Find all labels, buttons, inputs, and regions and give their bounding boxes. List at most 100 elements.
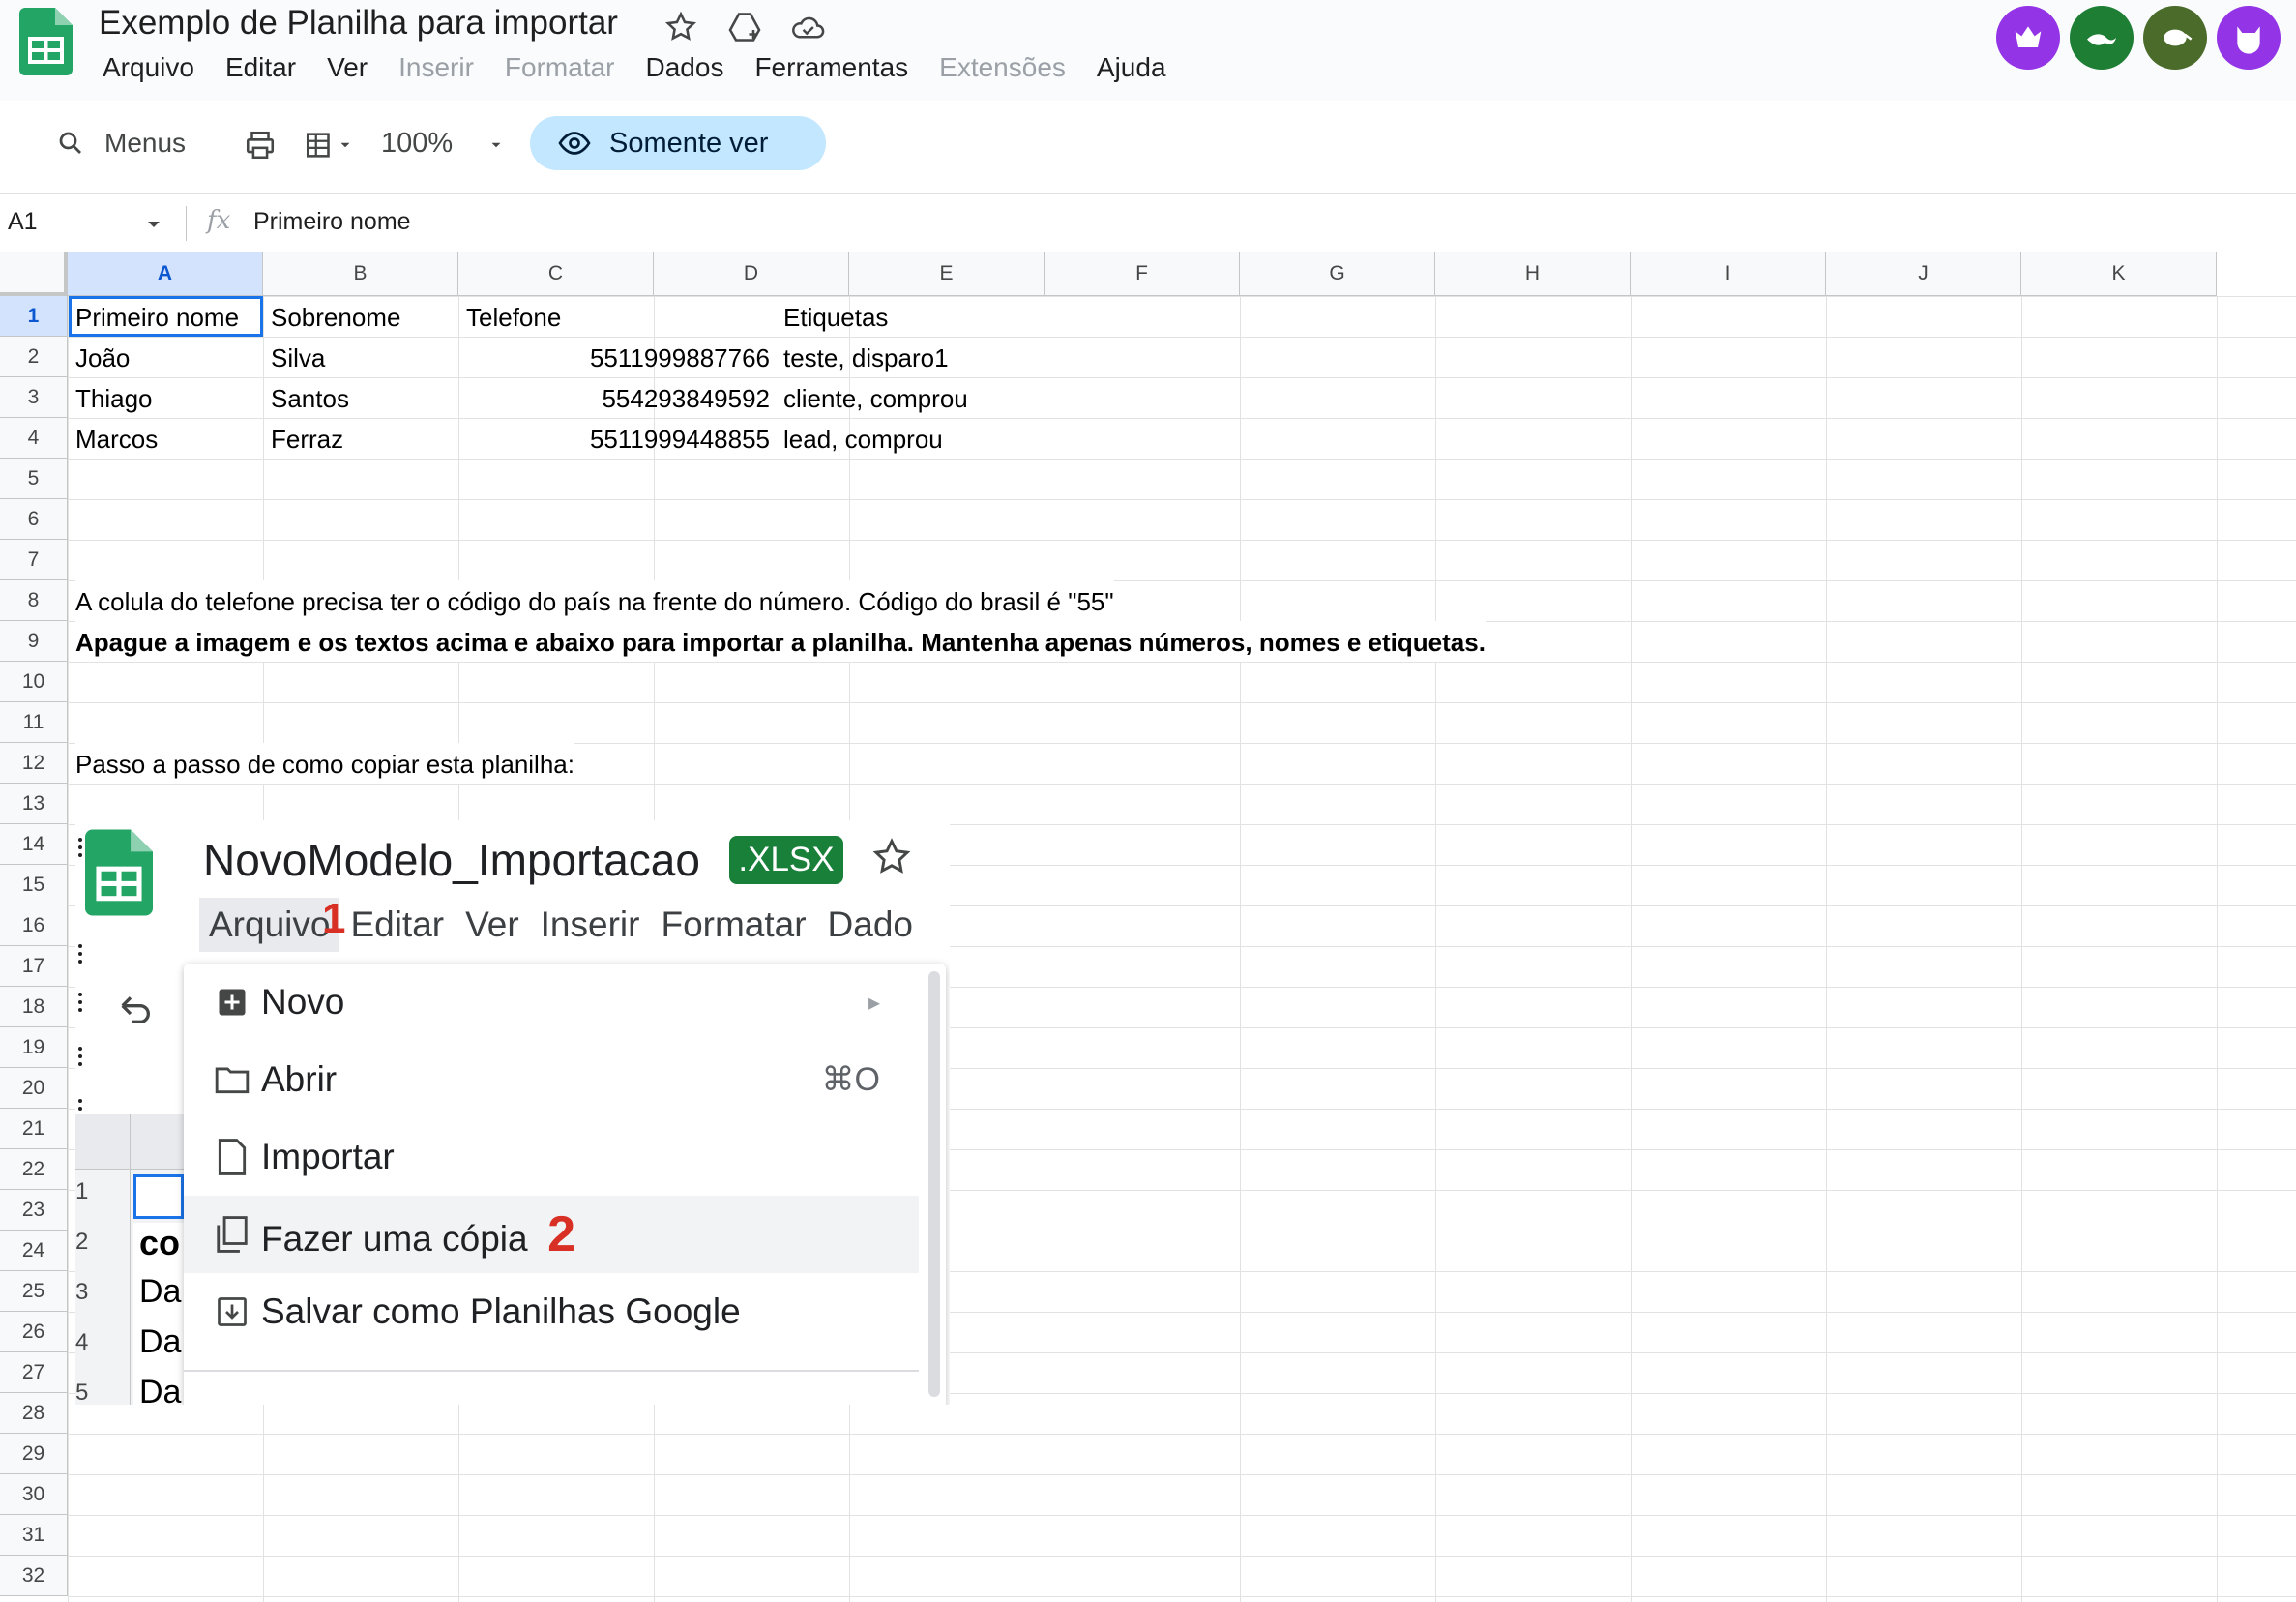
embedded-doc-title: NovoModelo_Importacao (203, 835, 700, 885)
view-only-mode-button[interactable]: Somente ver (530, 116, 826, 170)
embedded-star-icon (870, 836, 913, 883)
user-avatar-3[interactable] (2143, 6, 2207, 70)
star-icon[interactable] (663, 10, 698, 44)
menu-formatar[interactable]: Formatar (489, 48, 631, 87)
row-header-15[interactable]: 15 (0, 865, 68, 905)
row-header-1[interactable]: 1 (0, 296, 68, 337)
row-header-2[interactable]: 2 (0, 337, 68, 377)
column-header-c[interactable]: C (458, 252, 654, 296)
cell-A8[interactable]: A colula do telefone precisa ter o códig… (75, 580, 1114, 621)
row-header-22[interactable]: 22 (0, 1149, 68, 1190)
zoom-dropdown-button[interactable] (482, 126, 511, 164)
row-header-4[interactable]: 4 (0, 418, 68, 459)
user-avatar-4[interactable] (2217, 6, 2281, 70)
cell-D1[interactable]: Etiquetas (783, 296, 888, 337)
menu-dados[interactable]: Dados (631, 48, 740, 87)
column-header-d[interactable]: D (654, 252, 849, 296)
column-header-b[interactable]: B (263, 252, 458, 296)
row-header-30[interactable]: 30 (0, 1474, 68, 1515)
cell-C2[interactable]: 5511999887766 (458, 337, 770, 377)
cell-A1[interactable]: Primeiro nome (75, 296, 239, 337)
row-header-16[interactable]: 16 (0, 905, 68, 946)
document-title[interactable]: Exemplo de Planilha para importar (99, 4, 618, 43)
row-header-6[interactable]: 6 (0, 499, 68, 540)
cell-B1[interactable]: Sobrenome (271, 296, 400, 337)
cell-A4[interactable]: Marcos (75, 418, 158, 459)
cell-B2[interactable]: Silva (271, 337, 325, 377)
row-header-17[interactable]: 17 (0, 946, 68, 987)
kiwi-bird-icon (2164, 29, 2193, 46)
row-header-19[interactable]: 19 (0, 1027, 68, 1068)
cell-A12[interactable]: Passo a passo de como copiar esta planil… (75, 743, 574, 784)
row-header-24[interactable]: 24 (0, 1231, 68, 1271)
row-header-3[interactable]: 3 (0, 377, 68, 418)
cell-D3[interactable]: cliente, comprou (783, 377, 968, 418)
sheet-format-dropdown[interactable] (294, 126, 364, 164)
menu-editar[interactable]: Editar (210, 48, 311, 87)
column-header-k[interactable]: K (2021, 252, 2217, 296)
row-header-8[interactable]: 8 (0, 580, 68, 621)
move-to-drive-icon[interactable] (727, 10, 762, 44)
select-all-corner[interactable] (0, 252, 68, 296)
cell-C1[interactable]: Telefone (466, 296, 561, 337)
row-header-31[interactable]: 31 (0, 1515, 68, 1556)
row-header-26[interactable]: 26 (0, 1312, 68, 1352)
menus-search-button[interactable]: Menus (29, 116, 232, 170)
dropdown-scrollbar (928, 971, 940, 1397)
row-header-9[interactable]: 9 (0, 621, 68, 662)
row-header-21[interactable]: 21 (0, 1109, 68, 1149)
row-header-11[interactable]: 11 (0, 702, 68, 743)
row-header-25[interactable]: 25 (0, 1271, 68, 1312)
row-header-32[interactable]: 32 (0, 1556, 68, 1596)
cell-A9[interactable]: Apague a imagem e os textos acima e abai… (75, 621, 1486, 662)
formula-input[interactable]: Primeiro nome (253, 208, 411, 236)
column-header-e[interactable]: E (849, 252, 1045, 296)
partial-row-num: 4 (75, 1329, 89, 1355)
cell-A2[interactable]: João (75, 337, 130, 377)
zoom-value[interactable]: 100% (381, 122, 453, 164)
column-header-j[interactable]: J (1826, 252, 2021, 296)
step-2-marker: 2 (547, 1206, 576, 1262)
row-header-23[interactable]: 23 (0, 1190, 68, 1231)
cell-C3[interactable]: 554293849592 (458, 377, 770, 418)
row-header-7[interactable]: 7 (0, 540, 68, 580)
user-avatar-2[interactable] (2070, 6, 2134, 70)
column-header-f[interactable]: F (1045, 252, 1240, 296)
title-bar: Exemplo de Planilha para importar Arquiv… (0, 0, 2296, 101)
row-header-27[interactable]: 27 (0, 1352, 68, 1393)
menu-ver[interactable]: Ver (311, 48, 383, 87)
column-header-g[interactable]: G (1240, 252, 1435, 296)
row-header-5[interactable]: 5 (0, 459, 68, 499)
name-box-dropdown-icon[interactable] (145, 218, 162, 236)
menu-arquivo[interactable]: Arquivo (87, 48, 210, 87)
plus-square-icon (213, 983, 251, 1022)
row-header-18[interactable]: 18 (0, 987, 68, 1027)
cell-C4[interactable]: 5511999448855 (458, 418, 770, 459)
cell-D2[interactable]: teste, disparo1 (783, 337, 949, 377)
menu-inserir[interactable]: Inserir (383, 48, 489, 87)
row-header-12[interactable]: 12 (0, 743, 68, 784)
sheets-logo-icon[interactable] (19, 8, 73, 75)
menu-ferramentas[interactable]: Ferramentas (739, 48, 924, 87)
column-header-h[interactable]: H (1435, 252, 1631, 296)
embedded-tutorial-image[interactable]: NovoModelo_Importacao .XLSX Arquivo 1 Edi… (75, 820, 950, 1405)
cell-A3[interactable]: Thiago (75, 377, 153, 418)
column-header-a[interactable]: A (68, 252, 263, 296)
column-header-i[interactable]: I (1631, 252, 1826, 296)
row-header-20[interactable]: 20 (0, 1068, 68, 1109)
print-button[interactable] (238, 126, 282, 164)
row-header-13[interactable]: 13 (0, 784, 68, 824)
cloud-saved-icon[interactable] (789, 10, 825, 44)
row-header-29[interactable]: 29 (0, 1434, 68, 1474)
cell-B4[interactable]: Ferraz (271, 418, 343, 459)
row-header-14[interactable]: 14 (0, 824, 68, 865)
menu-extensoes[interactable]: Extensões (924, 48, 1081, 87)
row-header-28[interactable]: 28 (0, 1393, 68, 1434)
menu-ajuda[interactable]: Ajuda (1081, 48, 1182, 87)
row-header-10[interactable]: 10 (0, 662, 68, 702)
name-box[interactable]: A1 (8, 208, 38, 236)
user-avatar-1[interactable] (1996, 6, 2060, 70)
submenu-arrow-icon: ▸ (868, 989, 880, 1016)
cell-B3[interactable]: Santos (271, 377, 349, 418)
cell-D4[interactable]: lead, comprou (783, 418, 943, 459)
